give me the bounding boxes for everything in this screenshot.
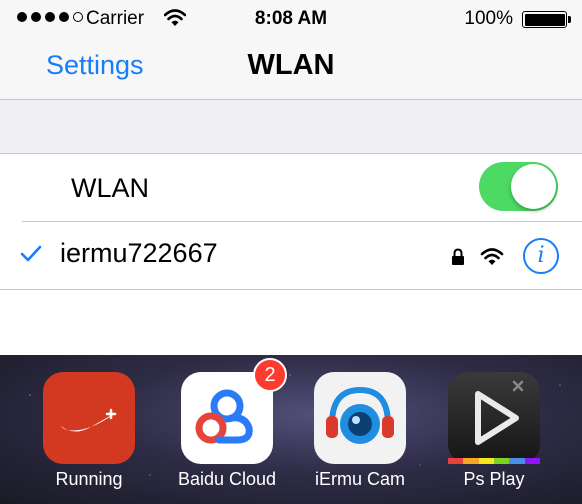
color-stripe [448, 458, 540, 464]
app-iermu-cam[interactable]: iErmu Cam [298, 372, 422, 490]
battery-level [524, 13, 565, 26]
toggle-knob [511, 164, 556, 209]
wlan-toggle-switch[interactable] [479, 162, 558, 211]
wlan-label: WLAN [71, 173, 150, 203]
notification-badge: 2 [253, 358, 287, 392]
battery-percentage: 100% [464, 8, 513, 29]
ps-play-icon [448, 372, 540, 464]
lock-icon [451, 248, 465, 271]
wlan-toggle-row: WLAN [0, 155, 582, 222]
network-row[interactable]: iermu722667 i [0, 222, 582, 290]
status-bar: Carrier 8:08 AM 100% [0, 0, 582, 38]
back-button-settings[interactable]: Settings [46, 50, 144, 81]
app-label: Baidu Cloud [177, 469, 277, 489]
app-dock: Running 2 Baidu Cloud iErmu Cam Ps Play [0, 355, 582, 504]
app-running[interactable]: Running [27, 372, 151, 490]
app-ps-play[interactable]: Ps Play [432, 372, 556, 490]
app-label: Ps Play [463, 469, 525, 489]
section-spacer [0, 100, 582, 154]
app-label: Running [55, 469, 123, 489]
app-baidu-cloud[interactable]: 2 Baidu Cloud [165, 358, 289, 490]
checkmark-icon [20, 245, 42, 268]
iermu-cam-icon [314, 372, 406, 464]
battery-icon [522, 11, 571, 28]
navigation-bar: Settings WLAN [0, 38, 582, 100]
baidu-cloud-icon: 2 [181, 358, 287, 464]
info-button[interactable]: i [523, 238, 559, 274]
wifi-strength-icon [480, 248, 504, 271]
app-label: iErmu Cam [314, 469, 405, 489]
network-name: iermu722667 [60, 238, 218, 268]
nike-running-icon [43, 372, 135, 464]
